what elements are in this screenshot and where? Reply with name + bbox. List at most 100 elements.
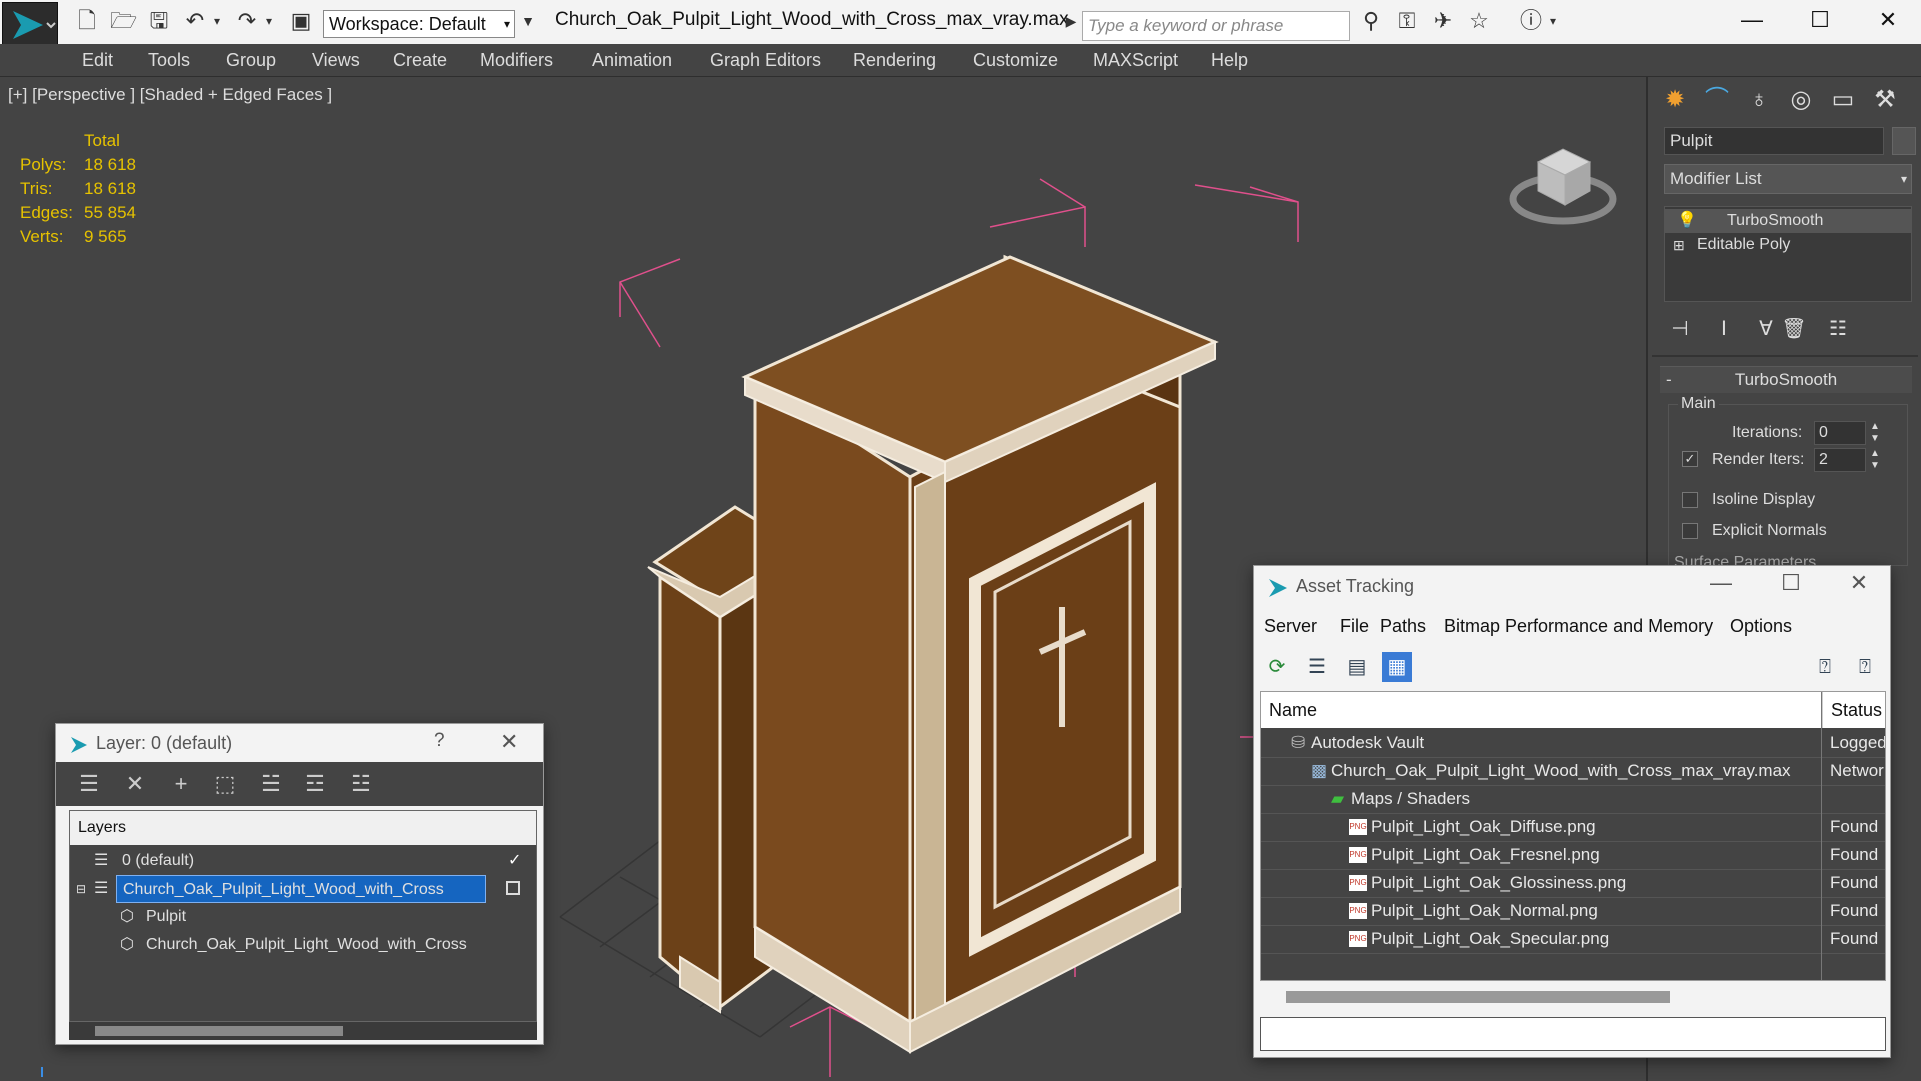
viewport-label[interactable]: [+] [Perspective ] [Shaded + Edged Faces… [8,85,332,105]
app-menu-button[interactable] [2,2,58,48]
configure-modifier-sets-icon[interactable]: ☷ [1824,315,1852,343]
make-unique-icon[interactable]: ∀ [1752,315,1780,343]
table-view-icon[interactable]: ▦ [1382,652,1412,682]
highlight-layer-icon[interactable]: ☳ [346,769,376,799]
asset-path-field[interactable] [1260,1017,1886,1051]
help-icon[interactable]: ⓘ [1518,8,1544,34]
object-name-field[interactable]: Pulpit [1664,127,1884,155]
table-row[interactable]: PNG Pulpit_Light_Oak_Diffuse.png Found [1261,813,1885,842]
maximize-icon[interactable]: ☐ [1774,570,1808,596]
menu-rendering[interactable]: Rendering [853,50,936,71]
help-dropdown-icon[interactable]: ▾ [1546,8,1560,34]
menu-views[interactable]: Views [312,50,360,71]
menu-tools[interactable]: Tools [148,50,190,71]
menu-group[interactable]: Group [226,50,276,71]
layer-row-pulpit[interactable]: ⬡ Pulpit [70,903,536,931]
asset-menu-bitmap-performance[interactable]: Bitmap Performance and Memory [1444,616,1713,637]
lightbulb-icon[interactable]: 💡 [1677,209,1697,233]
asset-horizontal-scrollbar[interactable] [1260,984,1886,1010]
asset-menu-file[interactable]: File [1340,616,1369,637]
spinner-arrows-icon[interactable]: ▲ ▼ [1870,448,1880,472]
layer-row-church-oak-pulpit[interactable]: ⊟ ☰ Church_Oak_Pulpit_Light_Wood_with_Cr… [70,875,536,903]
new-file-icon[interactable]: 🗋 [74,8,100,34]
select-objects-in-layer-icon[interactable]: ⬚ [210,769,240,799]
create-layer-icon[interactable]: ☰ [74,769,104,799]
help-icon[interactable]: ⍰ [1810,652,1840,682]
table-row[interactable]: PNG Pulpit_Light_Oak_Fresnel.png Found [1261,841,1885,870]
menu-maxscript[interactable]: MAXScript [1093,50,1178,71]
remove-modifier-icon[interactable]: 🗑 [1780,315,1808,343]
minimize-icon[interactable]: — [1704,570,1738,596]
modify-tab-icon[interactable]: ⌒ [1700,83,1734,117]
layer-row-church-oak-pulpit-object[interactable]: ⬡ Church_Oak_Pulpit_Light_Wood_with_Cros… [70,931,536,959]
collapse-minus-icon[interactable]: ⊟ [76,875,86,903]
asset-menu-paths[interactable]: Paths [1380,616,1426,637]
save-file-icon[interactable]: 🖫 [146,8,172,34]
table-row[interactable]: ▩ Church_Oak_Pulpit_Light_Wood_with_Cros… [1261,757,1885,786]
list-view-icon[interactable]: ☰ [1302,652,1332,682]
stack-item-editable-poly[interactable]: ⊞ Editable Poly [1665,233,1911,257]
add-to-layer-icon[interactable]: + [166,769,196,799]
layers-column-header[interactable]: Layers [70,811,536,845]
set-current-box-icon[interactable] [506,881,520,895]
menu-modifiers[interactable]: Modifiers [480,50,553,71]
open-file-icon[interactable]: 🗁 [110,8,137,34]
column-status-header[interactable]: Status [1822,692,1882,728]
undo-icon[interactable]: ↶ [182,8,208,34]
column-name-header[interactable]: Name [1269,692,1317,728]
create-tab-icon[interactable]: ✹ [1658,83,1692,117]
redo-icon[interactable]: ↷ [234,8,260,34]
key-icon[interactable]: ⚿ [1394,8,1420,34]
asset-menu-server[interactable]: Server [1264,616,1317,637]
layer-horizontal-scrollbar[interactable] [69,1022,537,1040]
explicit-normals-checkbox[interactable] [1682,523,1698,539]
show-end-result-icon[interactable]: Ⅰ [1710,315,1738,343]
isoline-display-checkbox[interactable] [1682,492,1698,508]
menu-customize[interactable]: Customize [973,50,1058,71]
spinner-arrows-icon[interactable]: ▲ ▼ [1870,421,1880,445]
close-icon[interactable]: ✕ [500,729,518,755]
table-row[interactable]: ▰ Maps / Shaders [1261,785,1885,814]
delete-layer-icon[interactable]: ✕ [120,769,150,799]
scrollbar-thumb[interactable] [1286,991,1670,1003]
project-folder-icon[interactable]: ▣ [288,8,314,34]
menu-edit[interactable]: Edit [82,50,113,71]
refresh-icon[interactable]: ⟳ [1262,652,1292,682]
hierarchy-tab-icon[interactable]: ♁ [1742,83,1776,117]
render-iters-spinner[interactable]: 2 [1814,448,1866,472]
iterations-spinner[interactable]: 0 [1814,421,1866,445]
motion-tab-icon[interactable]: ◎ [1784,83,1818,117]
table-row[interactable]: PNG Pulpit_Light_Oak_Specular.png Found [1261,925,1885,954]
search-input[interactable]: Type a keyword or phrase [1082,11,1350,41]
menu-help[interactable]: Help [1211,50,1248,71]
undo-dropdown-icon[interactable]: ▾ [210,8,224,34]
quick-access-dropdown-icon[interactable]: ▼ [518,8,538,34]
maximize-icon[interactable]: ☐ [1790,0,1850,40]
table-row[interactable]: PNG Pulpit_Light_Oak_Normal.png Found [1261,897,1885,926]
object-color-swatch[interactable] [1892,127,1916,155]
close-icon[interactable]: ✕ [1858,0,1918,40]
turbosmooth-rollout-header[interactable]: - TurboSmooth [1660,366,1912,393]
pin-stack-icon[interactable]: ⊣ [1666,315,1694,343]
utilities-tab-icon[interactable]: ⚒ [1868,83,1902,117]
expand-plus-icon[interactable]: ⊞ [1673,233,1685,257]
layer-row-default[interactable]: ☰ 0 (default) ✓ [70,847,536,875]
display-tab-icon[interactable]: ▭ [1826,83,1860,117]
render-iters-checkbox[interactable]: ✓ [1682,451,1698,467]
set-current-layer-icon[interactable]: ☲ [300,769,330,799]
modifier-list-dropdown[interactable]: Modifier List ▾ [1664,164,1912,194]
table-row[interactable]: PNG Pulpit_Light_Oak_Glossiness.png Foun… [1261,869,1885,898]
vault-help-icon[interactable]: ⍰ [1850,652,1880,682]
minimize-icon[interactable]: — [1722,0,1782,40]
menu-graph-editors[interactable]: Graph Editors [710,50,821,71]
table-row[interactable]: ⛁ Autodesk Vault Logged [1261,729,1885,758]
favorites-star-icon[interactable]: ☆ [1466,8,1492,34]
menu-animation[interactable]: Animation [592,50,672,71]
help-icon[interactable]: ? [434,730,445,752]
asset-menu-options[interactable]: Options [1730,616,1792,637]
menu-create[interactable]: Create [393,50,447,71]
thumbnail-view-icon[interactable]: ▤ [1342,652,1372,682]
autodesk-a360-icon[interactable]: ✈ [1430,8,1456,34]
stack-item-turbosmooth[interactable]: 💡 TurboSmooth [1665,209,1911,233]
select-layer-icon[interactable]: ☱ [256,769,286,799]
